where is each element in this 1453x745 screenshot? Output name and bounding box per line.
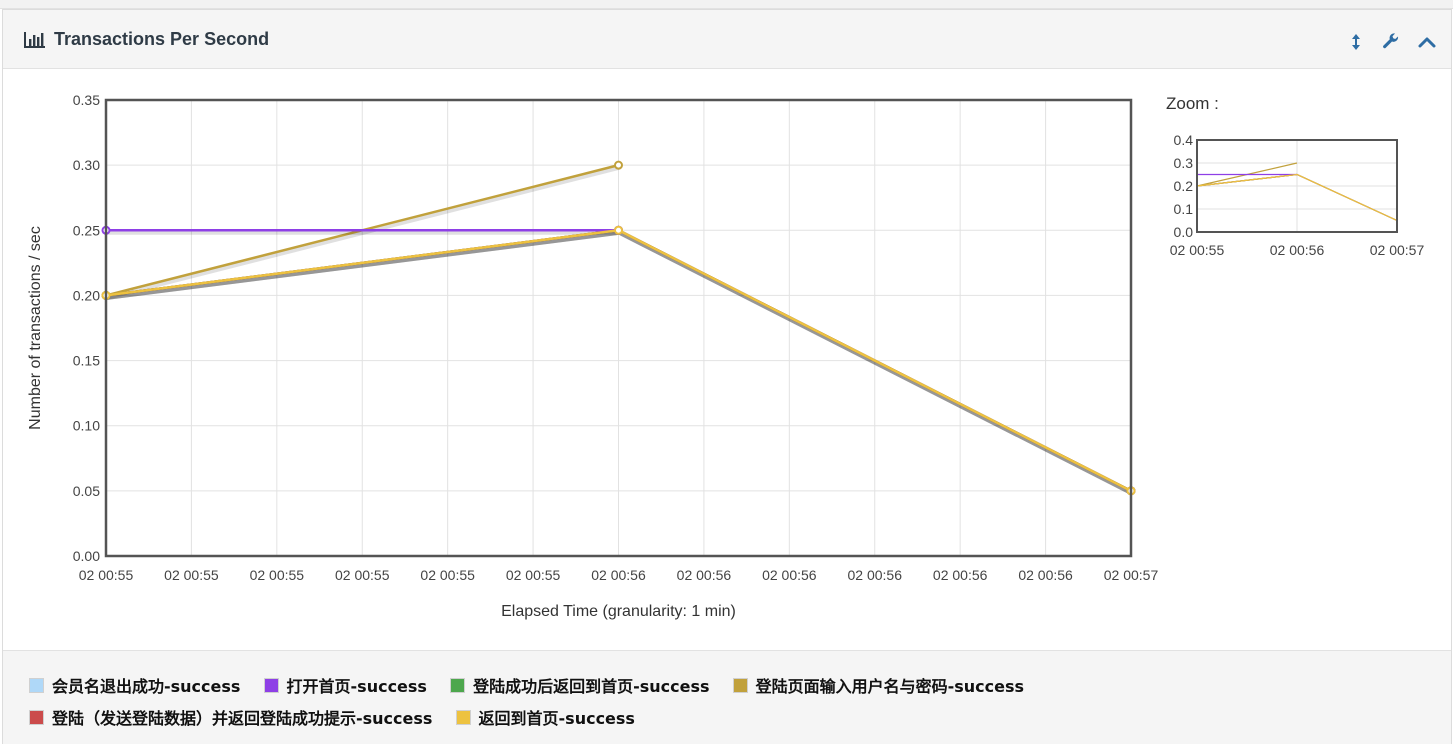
legend-item[interactable]: 返回到首页-success	[455, 701, 635, 733]
zoom-chart[interactable]: 0.0 0.1 0.2 0.3 0.4 02 00:55 02 00:56 02 00:57	[1163, 129, 1443, 269]
main-chart[interactable]: 0.00 0.05 0.10 0.15 0.20 0.25 0.30 0.35 02 00:55…	[3, 69, 1163, 650]
legend-swatch	[29, 677, 44, 693]
legend-item[interactable]: 打开首页-success	[263, 669, 427, 701]
y-tick-label: 0.25	[73, 222, 100, 238]
x-tick-label: 02 00:56	[677, 567, 732, 583]
zoom-y-tick-label: 0.3	[1174, 155, 1194, 171]
legend-item[interactable]: 登陆（发送登陆数据）并返回登陆成功提示-success	[29, 701, 432, 733]
legend-label: 打开首页-success	[286, 677, 427, 696]
series-shadow	[106, 229, 1134, 496]
x-tick-label: 02 00:55	[506, 567, 561, 583]
y-tick-label: 0.00	[73, 548, 100, 564]
x-tick-label: 02 00:55	[164, 567, 219, 583]
legend-swatch	[455, 709, 471, 725]
legend-swatch	[29, 709, 44, 725]
y-tick-label: 0.05	[73, 483, 100, 499]
x-tick-label: 02 00:57	[1104, 567, 1159, 583]
panel-title: Transactions Per Second	[54, 29, 270, 49]
x-tick-label: 02 00:55	[420, 567, 475, 583]
x-tick-label: 02 00:56	[591, 567, 646, 583]
wrench-icon[interactable]	[1381, 32, 1401, 52]
top-strip	[0, 0, 1453, 9]
zoom-x-tick-label: 02 00:56	[1270, 242, 1325, 258]
x-tick-label: 02 00:56	[848, 567, 903, 583]
y-tick-label: 0.35	[73, 92, 100, 108]
series-shadow	[106, 229, 1134, 496]
zoom-y-tick-label: 0.4	[1174, 132, 1194, 148]
tps-panel: Transactions Per Second 0.00 0.05 0.10 0.15…	[2, 9, 1452, 744]
legend-item[interactable]: 登陆成功后返回到首页-success	[450, 669, 710, 701]
zoom-label: Zoom :	[1166, 94, 1219, 113]
legend-label: 登陆成功后返回到首页-success	[473, 677, 710, 696]
series-shadow	[106, 229, 1134, 496]
panel-header: Transactions Per Second	[3, 10, 1451, 69]
legend: 会员名退出成功-success 打开首页-success 登陆成功后返回到首页-…	[3, 650, 1451, 744]
legend-label: 登陆（发送登陆数据）并返回登陆成功提示-success	[52, 709, 433, 728]
zoom-x-tick-label: 02 00:55	[1170, 242, 1225, 258]
legend-label: 返回到首页-success	[478, 709, 635, 728]
chevron-up-icon[interactable]	[1417, 32, 1437, 52]
legend-item[interactable]: 登陆页面输入用户名与密码-success	[732, 669, 1025, 701]
x-tick-label: 02 00:55	[79, 567, 134, 583]
x-axis-title: Elapsed Time (granularity: 1 min)	[501, 603, 736, 620]
legend-label: 登陆页面输入用户名与密码-success	[755, 677, 1025, 696]
x-tick-label: 02 00:56	[1018, 567, 1073, 583]
x-tick-label: 02 00:55	[250, 567, 305, 583]
x-tick-label: 02 00:56	[762, 567, 817, 583]
zoom-x-tick-label: 02 00:57	[1370, 242, 1425, 258]
legend-label: 会员名退出成功-success	[52, 677, 241, 696]
zoom-y-tick-label: 0.0	[1174, 224, 1194, 240]
bar-chart-icon	[24, 32, 45, 48]
y-tick-label: 0.20	[73, 287, 100, 303]
y-axis-title: Number of transactions / sec	[27, 226, 44, 430]
legend-swatch	[263, 677, 279, 693]
chart-area: 0.00 0.05 0.10 0.15 0.20 0.25 0.30 0.35 02 00:55…	[3, 69, 1451, 650]
x-tick-label: 02 00:55	[335, 567, 390, 583]
resize-vertical-icon[interactable]	[1346, 32, 1366, 52]
x-tick-label: 02 00:56	[933, 567, 988, 583]
data-point	[614, 160, 623, 170]
y-tick-label: 0.15	[73, 353, 100, 369]
legend-swatch	[450, 677, 466, 693]
zoom-y-tick-label: 0.1	[1174, 201, 1194, 217]
zoom-y-tick-label: 0.2	[1174, 178, 1194, 194]
legend-item[interactable]: 会员名退出成功-success	[29, 669, 240, 701]
y-tick-label: 0.30	[73, 157, 100, 173]
y-tick-label: 0.10	[73, 418, 100, 434]
legend-swatch	[732, 677, 748, 693]
series-shadow	[106, 229, 1134, 496]
data-point	[614, 225, 623, 235]
legend-items: 会员名退出成功-success 打开首页-success 登陆成功后返回到首页-…	[29, 669, 1439, 733]
